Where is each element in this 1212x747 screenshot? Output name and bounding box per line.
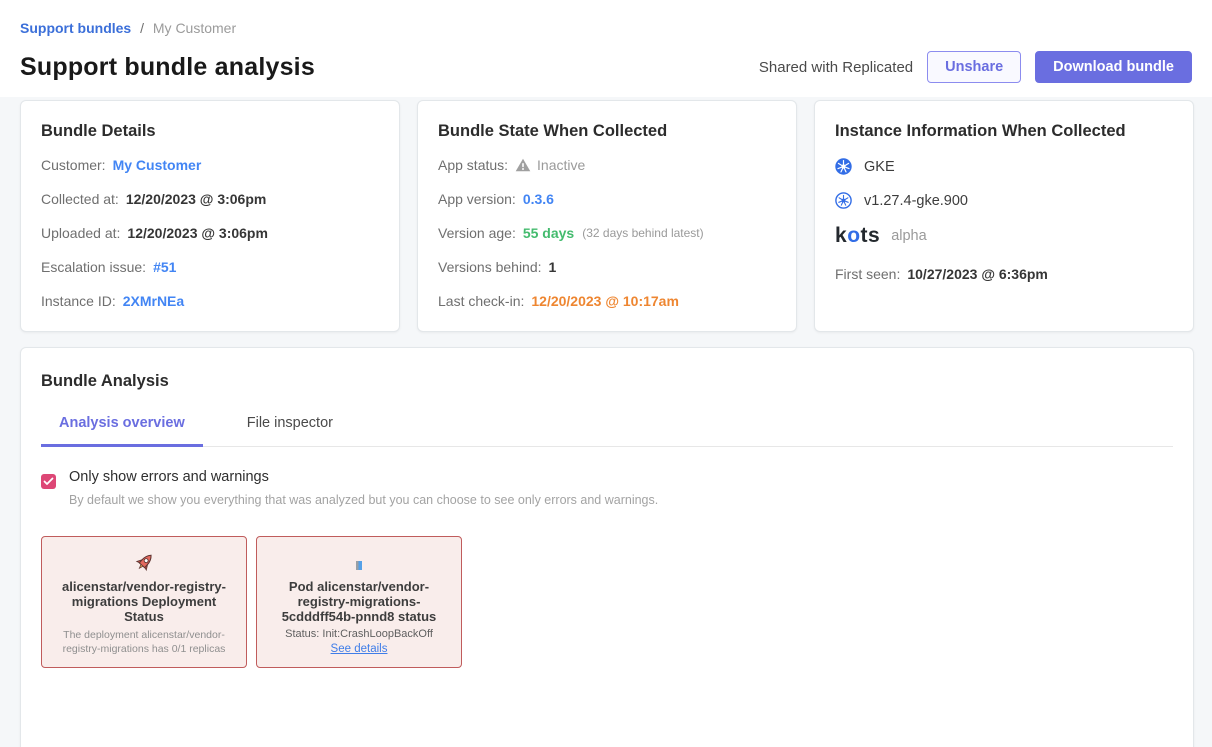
kots-row: kots alpha [835,224,1173,248]
first-seen-label: First seen: [835,264,900,284]
analyzer-card-pod-status[interactable]: Pod alicenstar/vendor-registry-migration… [256,536,462,668]
bundle-state-title: Bundle State When Collected [438,122,776,141]
kubernetes-version-icon [835,192,852,209]
first-seen-value: 10/27/2023 @ 6:36pm [907,264,1048,284]
kubernetes-distribution-icon [835,158,852,175]
version-age-note: (32 days behind latest) [582,223,703,243]
customer-label: Customer: [41,155,106,175]
instance-info-title: Instance Information When Collected [835,122,1173,141]
app-version-link[interactable]: 0.3.6 [523,189,554,209]
bundle-details-card: Bundle Details Customer: My Customer Col… [20,100,400,332]
info-cards-row: Bundle Details Customer: My Customer Col… [0,97,1212,332]
filter-row: Only show errors and warnings By default… [41,469,1173,507]
kots-logo-o: o [847,224,860,247]
analyzer-card-deployment-status[interactable]: alicenstar/vendor-registry-migrations De… [41,536,247,668]
download-bundle-button[interactable]: Download bundle [1035,51,1192,83]
kots-channel: alpha [891,228,926,244]
analyzer-card-title: Pod alicenstar/vendor-registry-migration… [267,579,452,624]
k8s-version-value: v1.27.4-gke.900 [864,193,968,209]
version-age-value: 55 days [523,223,574,243]
only-errors-checkbox[interactable] [41,474,56,489]
versions-behind-label: Versions behind: [438,257,542,277]
escalation-issue-label: Escalation issue: [41,257,146,277]
see-details-link[interactable]: See details [331,643,388,655]
instance-info-card: Instance Information When Collected GKE [814,100,1194,332]
collected-at-label: Collected at: [41,189,119,209]
last-checkin-value: 12/20/2023 @ 10:17am [531,291,679,311]
collected-at-value: 12/20/2023 @ 3:06pm [126,189,267,209]
bundle-details-title: Bundle Details [41,122,379,141]
tab-analysis-overview[interactable]: Analysis overview [41,415,203,447]
distribution-value: GKE [864,159,895,175]
customer-link[interactable]: My Customer [113,155,202,175]
uploaded-at-value: 12/20/2023 @ 3:06pm [127,223,268,243]
breadcrumb-separator: / [140,20,144,36]
analysis-tabs: Analysis overview File inspector [41,415,1173,447]
breadcrumb: Support bundles / My Customer [20,20,1192,36]
app-status-label: App status: [438,155,508,175]
app-version-label: App version: [438,189,516,209]
unshare-button[interactable]: Unshare [927,51,1021,83]
analyzer-card-title: alicenstar/vendor-registry-migrations De… [52,579,237,624]
app-status-value: Inactive [537,155,585,175]
warning-icon [515,158,531,172]
page-header: Support bundles / My Customer Support bu… [0,0,1212,97]
bundle-analysis-panel: Bundle Analysis Analysis overview File i… [20,347,1194,747]
checkmark-icon [43,477,54,486]
filter-label[interactable]: Only show errors and warnings [69,469,658,485]
breadcrumb-current: My Customer [153,20,236,36]
versions-behind-value: 1 [549,257,557,277]
uploaded-at-label: Uploaded at: [41,223,120,243]
rocket-icon [132,550,157,575]
bundle-state-card: Bundle State When Collected App status: … [417,100,797,332]
bundle-analysis-title: Bundle Analysis [41,372,1173,391]
kots-logo: kots [835,224,880,248]
analyzer-card-status: Status: Init:CrashLoopBackOff [285,628,433,640]
instance-id-label: Instance ID: [41,291,116,311]
breadcrumb-support-bundles-link[interactable]: Support bundles [20,20,131,36]
escalation-issue-link[interactable]: #51 [153,257,176,277]
analyzer-card-message: The deployment alicenstar/vendor-registr… [54,629,234,656]
last-checkin-label: Last check-in: [438,291,524,311]
filter-help-text: By default we show you everything that w… [69,493,658,507]
version-age-label: Version age: [438,223,516,243]
instance-id-link[interactable]: 2XMrNEa [123,291,184,311]
analyzer-results-row: alicenstar/vendor-registry-migrations De… [41,536,1173,668]
page-title: Support bundle analysis [20,53,315,82]
header-actions: Shared with Replicated Unshare Download … [759,51,1192,83]
broken-image-icon [356,561,362,570]
tab-file-inspector[interactable]: File inspector [229,415,351,446]
shared-status-text: Shared with Replicated [759,59,913,76]
